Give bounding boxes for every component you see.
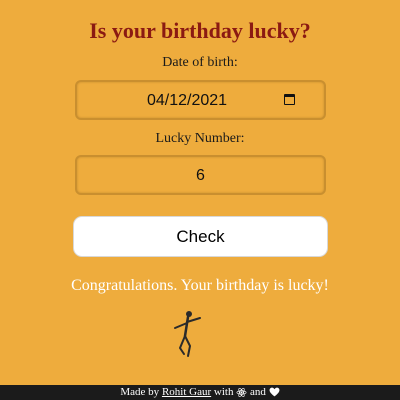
heart-icon [269, 388, 280, 397]
footer-and: and [249, 386, 266, 398]
lucky-number-input[interactable]: 6 [75, 155, 326, 195]
dob-value: 04/12/2021 [147, 92, 228, 109]
page-title: Is your birthday lucky? [89, 18, 311, 43]
footer: Made by Rohit Gaur with and [0, 385, 400, 400]
dob-input[interactable]: 04/12/2021 [75, 80, 326, 120]
check-button[interactable]: Check [73, 216, 328, 257]
lucky-number-label: Lucky Number: [155, 131, 245, 146]
author-link[interactable]: Rohit Gaur [162, 386, 211, 398]
dob-label: Date of birth: [162, 55, 238, 70]
footer-with: with [213, 386, 234, 398]
dancing-figure-icon [174, 311, 201, 357]
result-message: Congratulations. Your birthday is lucky! [71, 277, 329, 294]
lucky-number-value: 6 [196, 167, 205, 184]
footer-made-by: Made by [120, 386, 160, 398]
react-icon [236, 387, 247, 397]
calendar-icon[interactable] [284, 94, 295, 105]
